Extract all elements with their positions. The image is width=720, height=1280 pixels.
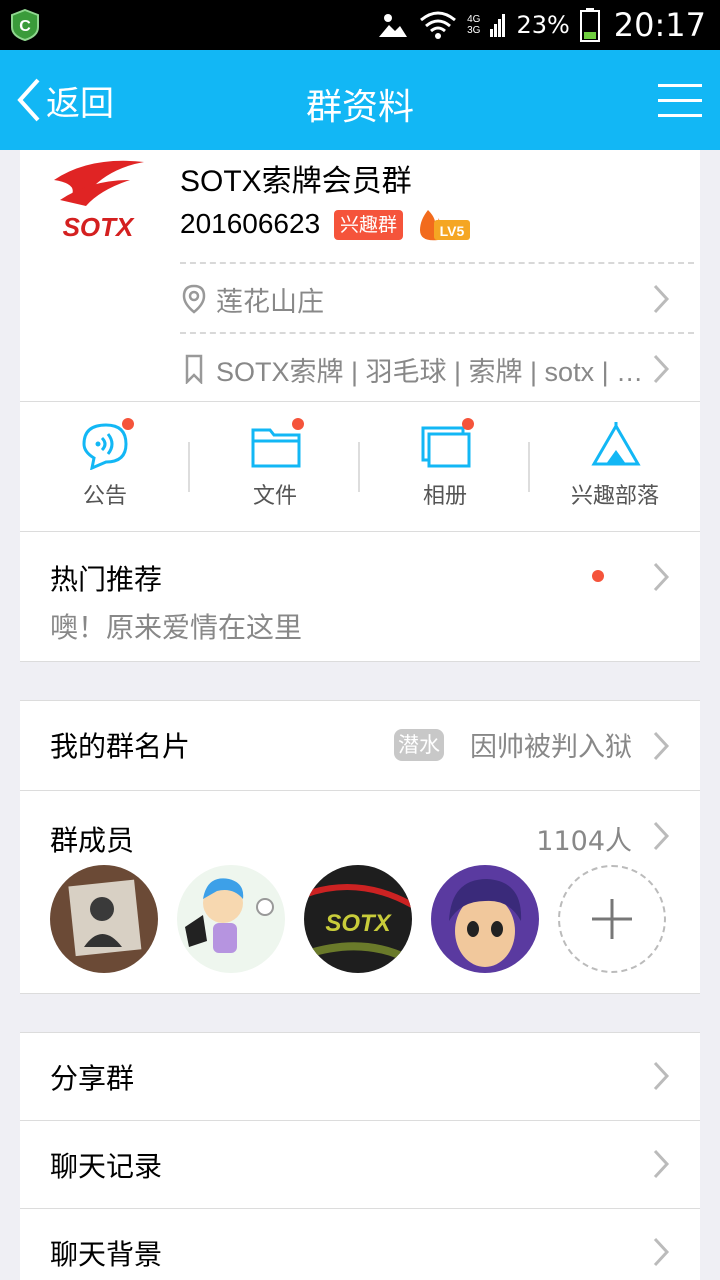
tribe-button[interactable]: 兴趣部落 <box>530 402 700 532</box>
divider <box>180 262 694 264</box>
tribe-label: 兴趣部落 <box>570 484 659 509</box>
chevron-right-icon <box>653 1149 670 1179</box>
location-text: 莲花山庄 <box>216 286 324 317</box>
album-label: 相册 <box>422 484 467 509</box>
svg-text:C: C <box>19 18 31 35</box>
bookmark-icon <box>185 354 203 384</box>
plus-icon <box>592 899 632 939</box>
group-nickname: 因帅被判入狱 <box>470 732 632 763</box>
chat-background-row[interactable]: 聊天背景 <box>20 1208 700 1280</box>
chevron-right-icon <box>653 821 670 851</box>
announcement-label: 公告 <box>82 484 127 509</box>
weather-icon <box>379 14 408 37</box>
divider <box>180 332 694 334</box>
tent-icon <box>591 422 641 466</box>
chevron-right-icon <box>653 562 670 592</box>
notification-dot <box>122 418 134 430</box>
member-count: 1104人 <box>536 826 632 857</box>
svg-text:SOTX: SOTX <box>325 910 392 937</box>
group-name: SOTX索牌会员群 <box>180 165 412 198</box>
share-group-row[interactable]: 分享群 <box>20 1032 700 1120</box>
signal-icon <box>490 14 506 37</box>
page-title: 群资料 <box>305 87 414 128</box>
hot-recommend-title: 热门推荐 <box>50 563 163 596</box>
keywords-text: SOTX索牌 | 羽毛球 | 索牌 | sotx | … <box>216 356 644 387</box>
member-avatar[interactable] <box>431 865 539 973</box>
level-badge: LV5 <box>420 210 470 241</box>
level-label: LV5 <box>440 223 465 239</box>
nav-bar: 返回 群资料 <box>0 50 720 150</box>
chevron-right-icon <box>653 284 670 314</box>
status-bar: C 4G 3G 23% 20:17 <box>0 0 720 50</box>
battery-icon <box>579 8 600 42</box>
announcement-button[interactable]: 公告 <box>20 402 190 532</box>
app-icon: C <box>11 9 39 41</box>
my-group-card-row[interactable]: 我的群名片 潜水 因帅被判入狱 <box>20 700 700 790</box>
member-status-badge: 潜水 <box>394 729 444 761</box>
clock: 20:17 <box>613 6 706 44</box>
wifi-icon <box>420 11 457 39</box>
member-avatar[interactable]: SOTX <box>304 865 412 973</box>
keywords-row[interactable]: SOTX索牌 | 羽毛球 | 索牌 | sotx | … <box>180 336 700 402</box>
notification-dot <box>592 570 604 582</box>
my-group-card-label: 我的群名片 <box>50 730 191 763</box>
files-button[interactable]: 文件 <box>190 402 360 532</box>
members-label: 群成员 <box>50 824 135 857</box>
chevron-right-icon <box>653 1237 670 1267</box>
battery-percent: 23% <box>516 11 570 39</box>
chevron-right-icon <box>653 1061 670 1091</box>
location-row[interactable]: 莲花山庄 <box>180 266 700 332</box>
network-type: 4G 3G <box>467 14 481 36</box>
chat-history-label: 聊天记录 <box>50 1150 163 1183</box>
notification-dot <box>292 418 304 430</box>
location-pin-icon <box>182 284 206 314</box>
chevron-right-icon <box>653 354 670 384</box>
members-section[interactable]: 群成员 1104人 SOTX <box>20 790 700 994</box>
member-avatar[interactable] <box>50 865 158 973</box>
group-id: 201606623 <box>180 208 321 239</box>
group-logo: SOTX <box>54 160 144 242</box>
group-type-tag: 兴趣群 <box>334 210 404 240</box>
member-avatar[interactable] <box>177 865 285 973</box>
group-header: SOTX SOTX索牌会员群 201606623 兴趣群 LV5 莲花山庄 SO… <box>20 150 700 402</box>
album-button[interactable]: 相册 <box>360 402 530 532</box>
quick-actions: 公告 文件 相册 兴趣部落 <box>20 402 700 532</box>
notification-dot <box>462 418 474 430</box>
share-group-label: 分享群 <box>50 1062 135 1095</box>
chevron-right-icon <box>653 731 670 761</box>
chat-history-row[interactable]: 聊天记录 <box>20 1120 700 1208</box>
chat-background-label: 聊天背景 <box>50 1238 163 1271</box>
add-member-button[interactable] <box>558 865 666 973</box>
svg-text:SOTX: SOTX <box>63 212 135 242</box>
files-label: 文件 <box>252 484 297 509</box>
menu-icon[interactable] <box>658 82 702 118</box>
hot-recommend-subtitle: 噢！原来爱情在这里 <box>50 611 303 644</box>
hot-recommend-row[interactable]: 热门推荐 噢！原来爱情在这里 <box>20 532 700 662</box>
